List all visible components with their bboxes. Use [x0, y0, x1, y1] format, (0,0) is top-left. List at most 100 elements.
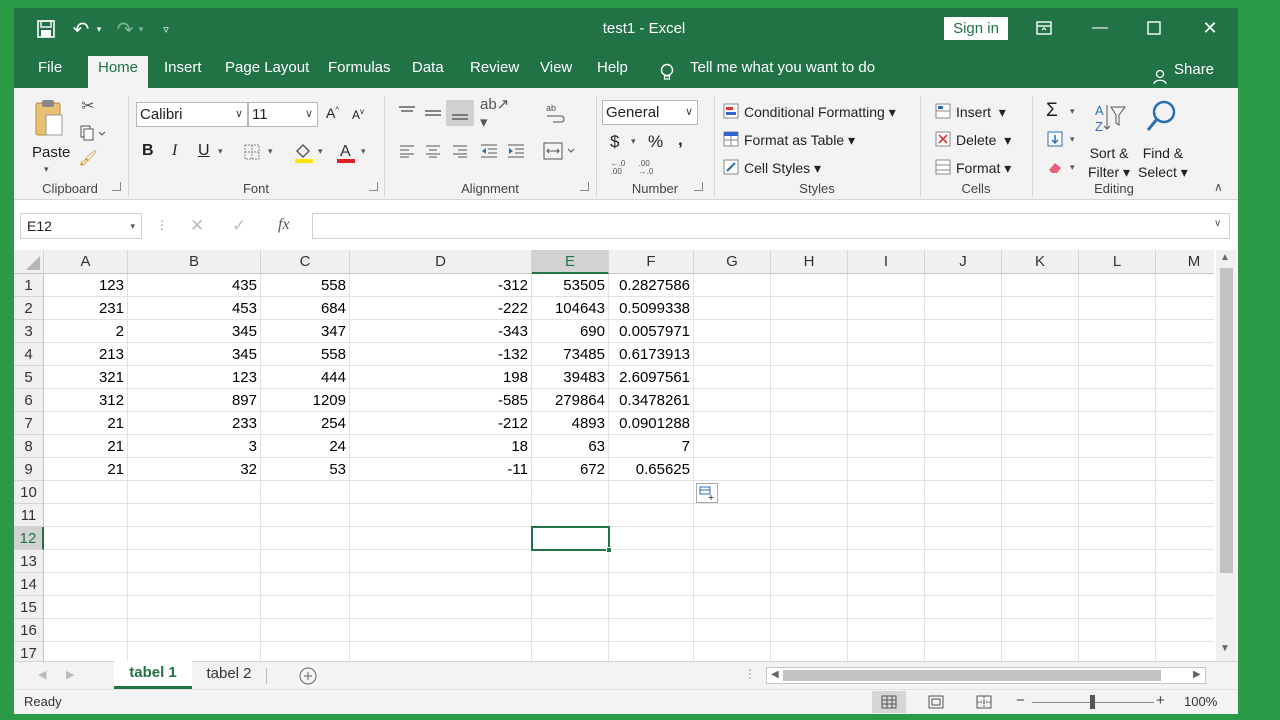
cell-k9[interactable] — [1002, 458, 1079, 481]
ribbon-display-options-icon[interactable] — [1034, 18, 1054, 38]
cell-b1[interactable]: 435 — [128, 274, 261, 297]
cell-f4[interactable]: 0.6173913 — [609, 343, 694, 366]
cell-i11[interactable] — [848, 504, 925, 527]
cell-d10[interactable] — [350, 481, 532, 504]
increase-font-icon[interactable]: A^ — [326, 105, 339, 121]
cell-c15[interactable] — [261, 596, 350, 619]
cell-k13[interactable] — [1002, 550, 1079, 573]
page-break-view-icon[interactable] — [974, 693, 994, 711]
cell-a15[interactable] — [44, 596, 128, 619]
cell-k10[interactable] — [1002, 481, 1079, 504]
cell-m9[interactable] — [1156, 458, 1214, 481]
cell-a3[interactable]: 2 — [44, 320, 128, 343]
cell-l16[interactable] — [1079, 619, 1156, 642]
cell-g13[interactable] — [694, 550, 771, 573]
currency-dropdown-icon[interactable]: ▾ — [631, 136, 636, 147]
cell-g7[interactable] — [694, 412, 771, 435]
cell-f12[interactable] — [609, 527, 694, 550]
cell-g11[interactable] — [694, 504, 771, 527]
new-sheet-icon[interactable] — [298, 666, 318, 686]
copy-icon[interactable] — [78, 123, 108, 143]
cell-i9[interactable] — [848, 458, 925, 481]
cell-i7[interactable] — [848, 412, 925, 435]
cell-m12[interactable] — [1156, 527, 1214, 550]
column-header-e[interactable]: E — [532, 250, 609, 274]
close-icon[interactable]: ✕ — [1200, 18, 1220, 38]
cell-f17[interactable] — [609, 642, 694, 661]
cell-e10[interactable] — [532, 481, 609, 504]
font-size-select[interactable]: 11 ∨ — [248, 102, 318, 127]
cell-e7[interactable]: 4893 — [532, 412, 609, 435]
row-header-14[interactable]: 14 — [14, 573, 44, 596]
horizontal-scroll-thumb[interactable] — [783, 670, 1161, 681]
cell-b7[interactable]: 233 — [128, 412, 261, 435]
share-button[interactable]: Share — [1174, 58, 1214, 90]
cell-b8[interactable]: 3 — [128, 435, 261, 458]
tab-page-layout[interactable]: Page Layout — [225, 56, 309, 88]
align-right-icon[interactable] — [449, 140, 471, 162]
cell-j8[interactable] — [925, 435, 1002, 458]
cell-m6[interactable] — [1156, 389, 1214, 412]
cell-a14[interactable] — [44, 573, 128, 596]
fill-handle[interactable] — [606, 547, 612, 553]
format-painter-icon[interactable]: 🖌 — [78, 148, 98, 168]
row-header-9[interactable]: 9 — [14, 458, 44, 481]
cell-d9[interactable]: -11 — [350, 458, 532, 481]
cell-l6[interactable] — [1079, 389, 1156, 412]
cell-i5[interactable] — [848, 366, 925, 389]
cell-h10[interactable] — [771, 481, 848, 504]
cell-d2[interactable]: -222 — [350, 297, 532, 320]
row-header-15[interactable]: 15 — [14, 596, 44, 619]
borders-icon[interactable] — [242, 142, 262, 162]
cell-h4[interactable] — [771, 343, 848, 366]
cell-c1[interactable]: 558 — [261, 274, 350, 297]
cell-k7[interactable] — [1002, 412, 1079, 435]
cell-b6[interactable]: 897 — [128, 389, 261, 412]
cell-g17[interactable] — [694, 642, 771, 661]
cell-k11[interactable] — [1002, 504, 1079, 527]
cell-m7[interactable] — [1156, 412, 1214, 435]
cell-j9[interactable] — [925, 458, 1002, 481]
cell-b4[interactable]: 345 — [128, 343, 261, 366]
row-header-10[interactable]: 10 — [14, 481, 44, 504]
paste-icon[interactable] — [30, 98, 66, 138]
formula-input[interactable] — [312, 213, 1230, 239]
cell-e16[interactable] — [532, 619, 609, 642]
cell-g5[interactable] — [694, 366, 771, 389]
cell-j13[interactable] — [925, 550, 1002, 573]
prev-sheet-icon[interactable]: ◀ — [38, 668, 46, 681]
cell-c9[interactable]: 53 — [261, 458, 350, 481]
cell-i6[interactable] — [848, 389, 925, 412]
align-center-icon[interactable] — [422, 140, 444, 162]
cell-d14[interactable] — [350, 573, 532, 596]
cell-a6[interactable]: 312 — [44, 389, 128, 412]
wrap-text-icon[interactable]: ab — [544, 100, 566, 128]
font-color-dropdown-icon[interactable]: ▾ — [361, 146, 366, 157]
cell-l10[interactable] — [1079, 481, 1156, 504]
cell-m5[interactable] — [1156, 366, 1214, 389]
cell-g4[interactable] — [694, 343, 771, 366]
cell-e17[interactable] — [532, 642, 609, 661]
clear-icon[interactable] — [1046, 158, 1064, 176]
cell-m4[interactable] — [1156, 343, 1214, 366]
cell-f10[interactable] — [609, 481, 694, 504]
cell-m11[interactable] — [1156, 504, 1214, 527]
cell-h7[interactable] — [771, 412, 848, 435]
cell-i14[interactable] — [848, 573, 925, 596]
cell-b14[interactable] — [128, 573, 261, 596]
cell-h1[interactable] — [771, 274, 848, 297]
percent-button[interactable]: % — [648, 132, 663, 152]
cell-h14[interactable] — [771, 573, 848, 596]
row-header-11[interactable]: 11 — [14, 504, 44, 527]
cell-l15[interactable] — [1079, 596, 1156, 619]
cell-e12[interactable] — [532, 527, 609, 550]
cell-k16[interactable] — [1002, 619, 1079, 642]
row-header-6[interactable]: 6 — [14, 389, 44, 412]
cell-j3[interactable] — [925, 320, 1002, 343]
cell-m2[interactable] — [1156, 297, 1214, 320]
cell-g14[interactable] — [694, 573, 771, 596]
format-as-table-button[interactable]: Format as Table ▾ — [744, 132, 855, 149]
column-header-d[interactable]: D — [350, 250, 532, 274]
cell-l9[interactable] — [1079, 458, 1156, 481]
cell-b9[interactable]: 32 — [128, 458, 261, 481]
